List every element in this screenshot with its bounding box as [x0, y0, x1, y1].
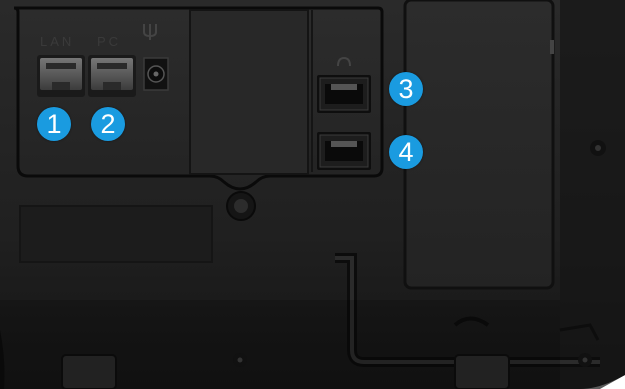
badge-1: 1 — [37, 107, 71, 141]
handset-port — [317, 132, 371, 170]
badge-3: 3 — [389, 72, 423, 106]
foot-right — [454, 354, 510, 389]
badge-2: 2 — [91, 107, 125, 141]
side-screw — [590, 140, 606, 156]
label-recess — [19, 205, 213, 263]
badge-4: 4 — [389, 135, 423, 169]
power-jack — [143, 57, 169, 91]
battery-cover — [403, 0, 555, 290]
phone-back-illustration: LAN PC — [0, 0, 625, 389]
foot-left — [61, 354, 117, 389]
panel-screw — [226, 191, 256, 221]
phone-back-photo: LAN PC 1 2 3 4 — [0, 0, 625, 389]
lan-label: LAN — [40, 34, 74, 49]
pc-port — [88, 55, 136, 97]
lan-port — [37, 55, 85, 97]
headset-port — [317, 75, 371, 113]
pc-label: PC — [97, 34, 121, 49]
